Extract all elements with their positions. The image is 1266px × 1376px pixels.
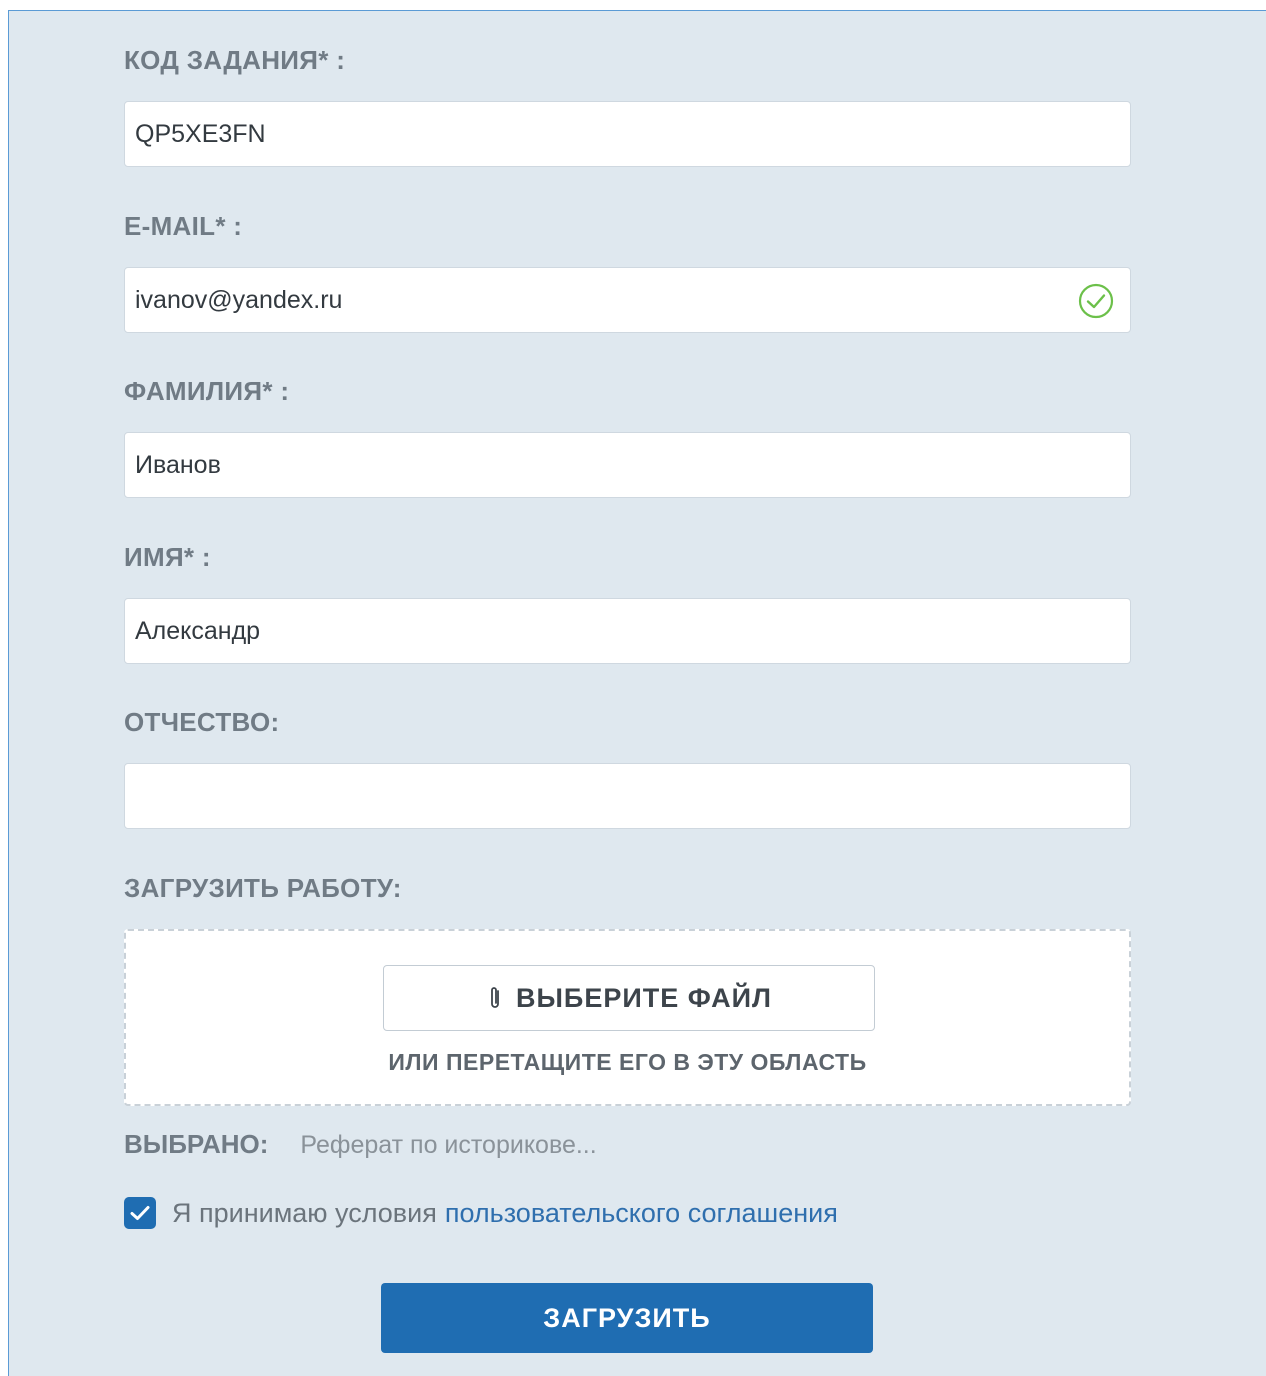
- agreement-checkbox[interactable]: [124, 1197, 156, 1229]
- selected-file-row: ВЫБРАНО: Реферат по историкове...: [124, 1129, 597, 1160]
- agreement-text: Я принимаю условия: [172, 1197, 437, 1228]
- choose-file-label: ВЫБЕРИТЕ ФАЙЛ: [516, 982, 772, 1013]
- middle-name-field[interactable]: [124, 763, 1131, 829]
- email-label: E-MAIL* :: [124, 211, 243, 241]
- task-code-label: КОД ЗАДАНИЯ* :: [124, 45, 346, 75]
- agreement-row: Я принимаю условия пользовательского сог…: [124, 1197, 838, 1229]
- first-name-field[interactable]: [124, 598, 1131, 664]
- submit-upload-button[interactable]: ЗАГРУЗИТЬ: [381, 1283, 873, 1353]
- first-name-label: ИМЯ* :: [124, 542, 211, 572]
- checkmark-icon: [130, 1206, 150, 1220]
- middle-name-input[interactable]: [125, 764, 1130, 828]
- last-name-field[interactable]: [124, 432, 1131, 498]
- middle-name-label: ОТЧЕСТВО:: [124, 707, 280, 737]
- task-code-field[interactable]: [124, 101, 1131, 167]
- upload-label: ЗАГРУЗИТЬ РАБОТУ:: [124, 873, 402, 903]
- file-dropzone[interactable]: ВЫБЕРИТЕ ФАЙЛ ИЛИ ПЕРЕТАЩИТЕ ЕГО В ЭТУ О…: [124, 929, 1131, 1106]
- selected-label: ВЫБРАНО:: [124, 1129, 269, 1159]
- choose-file-button[interactable]: ВЫБЕРИТЕ ФАЙЛ: [383, 965, 875, 1031]
- last-name-label: ФАМИЛИЯ* :: [124, 376, 290, 406]
- check-circle-icon: [1078, 283, 1114, 319]
- drop-hint: ИЛИ ПЕРЕТАЩИТЕ ЕГО В ЭТУ ОБЛАСТЬ: [388, 1049, 867, 1075]
- first-name-input[interactable]: [125, 599, 1130, 663]
- last-name-input[interactable]: [125, 433, 1130, 497]
- user-agreement-link[interactable]: пользовательского соглашения: [445, 1198, 838, 1229]
- submit-upload-label: ЗАГРУЗИТЬ: [543, 1302, 711, 1333]
- upload-form-panel: КОД ЗАДАНИЯ* : E-MAIL* : ФАМИЛИЯ* : ИМЯ*…: [8, 10, 1266, 1376]
- selected-file-name: Реферат по историкове...: [300, 1131, 597, 1159]
- email-input[interactable]: [125, 268, 1130, 332]
- task-code-input[interactable]: [125, 102, 1130, 166]
- email-field[interactable]: [124, 267, 1131, 333]
- paperclip-icon: [491, 987, 499, 1008]
